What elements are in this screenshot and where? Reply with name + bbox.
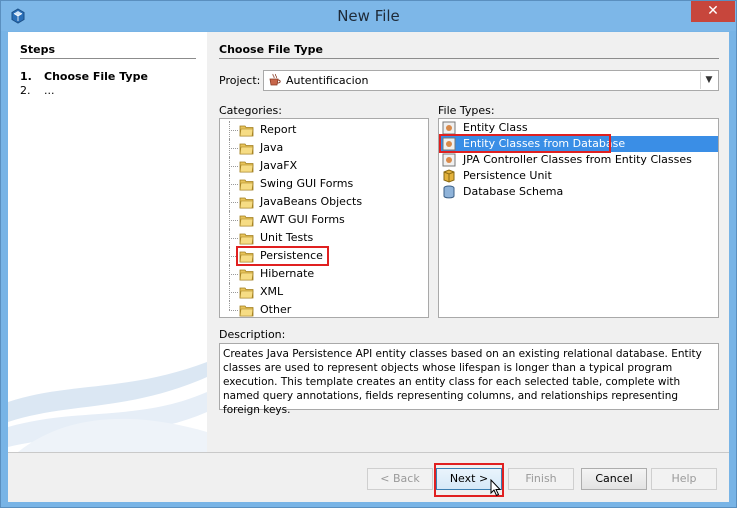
tree-line xyxy=(229,202,238,203)
tree-line xyxy=(229,238,238,239)
help-button[interactable]: Help xyxy=(651,468,717,490)
categories-tree[interactable]: Report Java JavaFX Swing GUI Forms JavaBeans… xyxy=(219,118,429,318)
tree-line xyxy=(229,292,238,293)
window-title: New File xyxy=(337,7,400,25)
category-label: Hibernate xyxy=(260,267,315,280)
category-label: Swing GUI Forms xyxy=(260,177,354,190)
category-label: JavaFX xyxy=(260,159,298,172)
file-types-label: File Types: xyxy=(438,104,495,117)
category-label: Other xyxy=(260,303,292,316)
category-item[interactable]: Java xyxy=(220,139,428,157)
decorative-swoosh-image xyxy=(8,362,207,452)
steps-title: Steps xyxy=(20,43,56,56)
category-label: AWT GUI Forms xyxy=(260,213,345,226)
category-label: Unit Tests xyxy=(260,231,314,244)
category-label: XML xyxy=(260,285,284,298)
category-item[interactable]: Swing GUI Forms xyxy=(220,175,428,193)
title-divider xyxy=(219,58,719,59)
close-icon: ✕ xyxy=(707,3,719,19)
project-select[interactable]: Autentificacion ▼ xyxy=(263,70,719,91)
steps-panel: Steps 1. Choose File Type 2.... xyxy=(8,32,207,452)
folder-icon xyxy=(239,143,254,155)
entity-class-icon xyxy=(442,121,456,135)
jpa-controller-icon xyxy=(442,153,456,167)
description-label: Description: xyxy=(219,328,286,341)
category-item[interactable]: Other xyxy=(220,301,428,317)
tree-line xyxy=(229,184,238,185)
step-label: ... xyxy=(44,84,55,97)
file-type-item[interactable]: Entity Classes from Database xyxy=(439,136,718,152)
folder-icon xyxy=(239,287,254,299)
file-type-item[interactable]: Database Schema xyxy=(439,184,718,200)
category-label: Report xyxy=(260,123,297,136)
file-type-label: Database Schema xyxy=(463,185,564,198)
category-item[interactable]: XML xyxy=(220,283,428,301)
project-label: Project: xyxy=(219,74,261,87)
folder-icon xyxy=(239,125,254,137)
folder-icon xyxy=(239,251,254,263)
file-type-label: JPA Controller Classes from Entity Class… xyxy=(463,153,692,166)
mouse-cursor-icon xyxy=(490,479,502,497)
tree-line xyxy=(229,274,238,275)
tree-line xyxy=(229,166,238,167)
cancel-button[interactable]: Cancel xyxy=(581,468,647,490)
category-label: Persistence xyxy=(260,249,323,262)
chevron-down-icon[interactable]: ▼ xyxy=(700,72,717,89)
project-value: Autentificacion xyxy=(286,74,369,87)
title-bar[interactable]: New File ✕ xyxy=(1,1,736,31)
category-item[interactable]: JavaBeans Objects xyxy=(220,193,428,211)
page-title: Choose File Type xyxy=(219,43,323,56)
file-type-label: Entity Classes from Database xyxy=(463,137,626,150)
tree-line xyxy=(229,310,238,311)
file-type-label: Persistence Unit xyxy=(463,169,552,182)
finish-button[interactable]: Finish xyxy=(508,468,574,490)
step-label: Choose File Type xyxy=(44,70,148,83)
java-project-icon xyxy=(269,73,281,86)
folder-icon xyxy=(239,215,254,227)
dialog-body: Steps 1. Choose File Type 2.... Choose Fi… xyxy=(8,32,729,502)
folder-icon xyxy=(239,161,254,173)
persistence-unit-icon xyxy=(443,169,455,183)
category-item[interactable]: JavaFX xyxy=(220,157,428,175)
button-bar-divider xyxy=(8,452,729,453)
tree-line xyxy=(229,256,238,257)
back-button[interactable]: < Back xyxy=(367,468,433,490)
step-number: 2. xyxy=(20,84,31,97)
entity-database-icon xyxy=(442,137,456,151)
folder-icon xyxy=(239,179,254,191)
close-button[interactable]: ✕ xyxy=(691,1,735,22)
folder-icon xyxy=(239,197,254,209)
category-item[interactable]: Report xyxy=(220,121,428,139)
category-item[interactable]: AWT GUI Forms xyxy=(220,211,428,229)
folder-icon xyxy=(239,233,254,245)
tree-line xyxy=(229,148,238,149)
file-types-list[interactable]: Entity Class Entity Classes from Database… xyxy=(438,118,719,318)
steps-divider xyxy=(20,58,196,59)
step-item: 2.... xyxy=(20,84,55,97)
folder-icon xyxy=(239,305,254,317)
tree-line xyxy=(229,130,238,131)
database-schema-icon xyxy=(443,185,455,199)
file-type-item[interactable]: JPA Controller Classes from Entity Class… xyxy=(439,152,718,168)
tree-line xyxy=(229,301,230,310)
category-item[interactable]: Persistence xyxy=(220,247,428,265)
main-panel: Choose File Type Project: Autentificacio… xyxy=(217,32,721,452)
description-text: Creates Java Persistence API entity clas… xyxy=(219,343,719,416)
step-item: 1. Choose File Type xyxy=(20,70,148,83)
file-type-item[interactable]: Entity Class xyxy=(439,120,718,136)
file-type-item[interactable]: Persistence Unit xyxy=(439,168,718,184)
category-item[interactable]: Unit Tests xyxy=(220,229,428,247)
category-label: JavaBeans Objects xyxy=(260,195,363,208)
category-label: Java xyxy=(260,141,284,154)
new-file-dialog: New File ✕ Steps 1. Choose File Type 2...… xyxy=(0,0,737,508)
file-type-label: Entity Class xyxy=(463,121,528,134)
folder-icon xyxy=(239,269,254,281)
categories-label: Categories: xyxy=(219,104,282,117)
tree-line xyxy=(229,220,238,221)
step-number: 1. xyxy=(20,70,32,83)
category-item[interactable]: Hibernate xyxy=(220,265,428,283)
